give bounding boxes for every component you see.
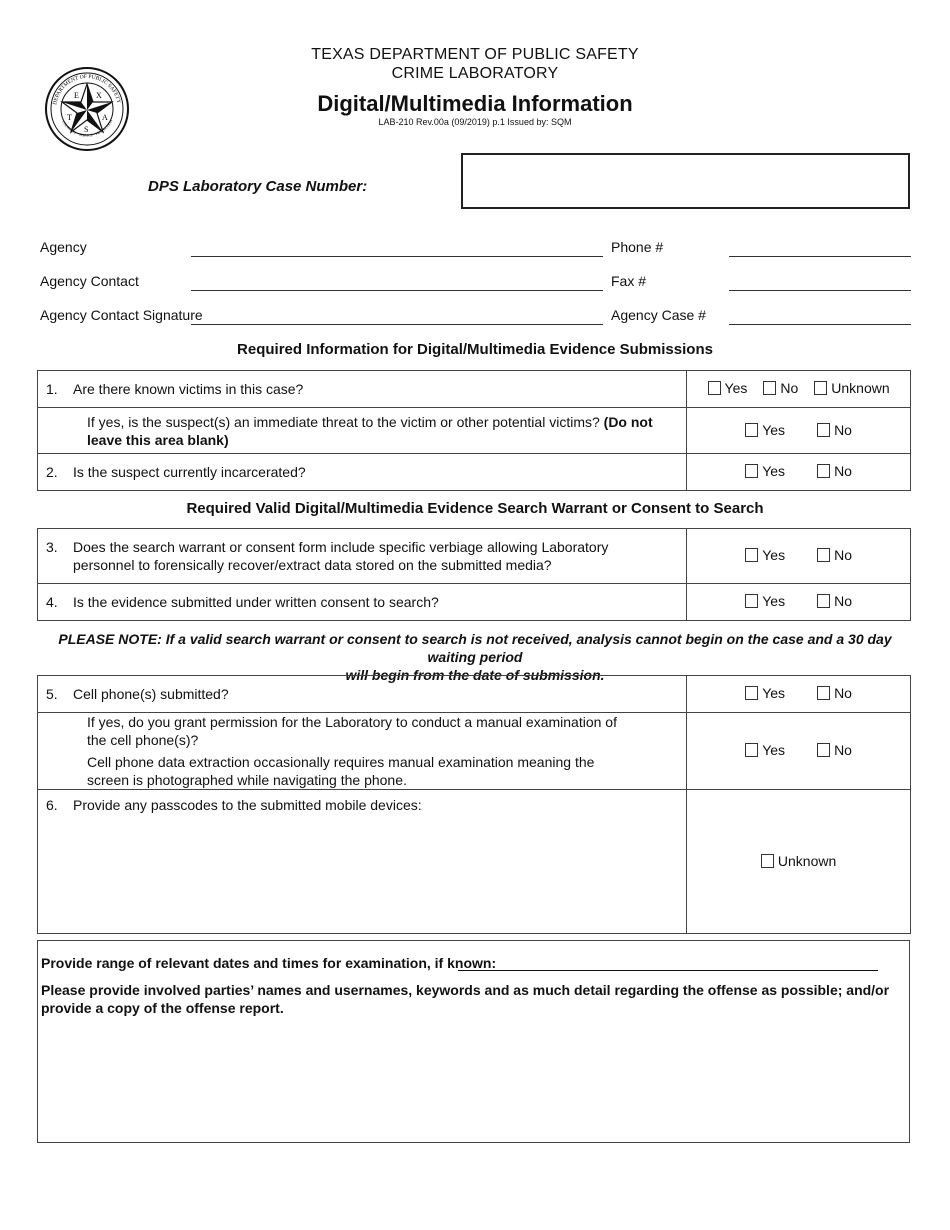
checkbox-icon[interactable] [817,743,831,757]
case-number-label: DPS Laboratory Case Number: [148,178,368,195]
checkbox-icon[interactable] [745,464,759,478]
question-number: 5. [46,686,58,702]
agency-contact-signature-field[interactable] [191,324,603,325]
question-text: If yes, is the suspect(s) an immediate t… [87,413,600,430]
seal-letter-s: S [84,125,88,134]
checkbox-icon[interactable] [817,594,831,608]
q3-no-option[interactable]: No [817,547,852,563]
checkbox-icon[interactable] [760,853,774,868]
dates-times-field[interactable] [458,970,878,971]
question-text: Is the suspect currently incarcerated? [73,464,306,480]
phone-field[interactable] [729,256,911,257]
question-text: Does the search warrant or consent form … [73,539,609,573]
agency-contact-field[interactable] [191,290,603,291]
question-row-3: 3. Does the search warrant or consent for… [36,528,911,584]
phone-label: Phone # [611,239,664,255]
checkbox-icon[interactable] [763,381,777,395]
question-number: 6. [46,797,58,813]
agency-label: Agency [40,239,87,255]
q1a-yes-option[interactable]: Yes [745,422,785,438]
question-row-5: 5. Cell phone(s) submitted? Yes No [36,675,911,713]
question-text: Cell phone(s) submitted? [73,686,229,702]
question-number: 4. [46,594,58,610]
q2-yes-option[interactable]: Yes [745,463,785,479]
agency-contact-label: Agency Contact [40,273,139,289]
q5a-no-option[interactable]: No [817,742,852,758]
question-subtext: Cell phone data extraction occasionally … [87,754,595,788]
question-text: Are there known victims in this case? [73,381,304,397]
checkbox-icon[interactable] [817,548,831,562]
lab-name: CRIME LABORATORY [391,65,559,82]
q1a-no-option[interactable]: No [817,422,852,438]
checkbox-icon[interactable] [814,381,828,395]
warrant-table: 3. Does the search warrant or consent for… [36,528,911,621]
checkbox-icon[interactable] [745,548,759,562]
question-number: 3. [46,539,58,555]
section-required-info-title: Required Information for Digital/Multime… [237,341,713,358]
question-text: Is the evidence submitted under written … [73,594,439,610]
q1-no-option[interactable]: No [763,380,798,396]
q3-yes-option[interactable]: Yes [745,547,785,563]
q6-unknown-option[interactable]: Unknown [760,853,836,869]
form-revision: LAB-210 Rev.00a (09/2019) p.1 Issued by:… [378,117,572,127]
required-info-table: 1. Are there known victims in this case? … [36,370,911,491]
form-title: Digital/Multimedia Information [317,91,633,116]
checkbox-icon[interactable] [817,686,831,700]
seal-letter-t: T [67,113,72,122]
q5-yes-option[interactable]: Yes [745,685,785,701]
seal-letter-e: E [74,91,79,100]
page-header: TEXAS DEPARTMENT OF PUBLIC SAFETY CRIME … [250,45,700,127]
passcodes-field[interactable]: 6. Provide any passcodes to the submitted… [36,789,688,934]
agency-field[interactable] [191,256,603,257]
question-row-6: 6. Provide any passcodes to the submitted… [36,789,911,934]
seal-letter-a: A [102,113,108,122]
checkbox-icon[interactable] [745,686,759,700]
fax-field[interactable] [729,290,911,291]
question-number: 1. [46,381,58,397]
offense-details-label: Please provide involved parties’ names a… [41,982,890,1016]
offense-details-box[interactable]: Provide range of relevant dates and time… [37,940,910,1143]
seal-letter-x: X [96,91,102,100]
question-row-1a: If yes, is the suspect(s) an immediate t… [36,407,911,454]
case-number-field[interactable] [461,153,910,209]
dates-times-label: Provide range of relevant dates and time… [41,955,497,971]
question-row-5a: If yes, do you grant permission for the … [36,712,911,790]
section-warrant-title: Required Valid Digital/Multimedia Eviden… [186,500,764,517]
dps-seal-logo: E X T A S DEPARTMENT OF PUBLIC SAFETY CO… [45,67,129,151]
question-row-4: 4. Is the evidence submitted under writte… [36,583,911,621]
q1-yes-option[interactable]: Yes [707,380,747,396]
agency-case-label: Agency Case # [611,307,706,323]
q1-unknown-option[interactable]: Unknown [814,380,890,396]
q5-no-option[interactable]: No [817,685,852,701]
question-text: If yes, do you grant permission for the … [87,714,617,748]
agency-contact-signature-label: Agency Contact Signature [40,307,203,323]
q4-no-option[interactable]: No [817,593,852,609]
checkbox-icon[interactable] [817,422,831,437]
q5a-yes-option[interactable]: Yes [745,742,785,758]
question-row-1: 1. Are there known victims in this case? … [36,370,911,408]
fax-label: Fax # [611,273,647,289]
agency-name: TEXAS DEPARTMENT OF PUBLIC SAFETY [311,46,639,63]
checkbox-icon[interactable] [745,743,759,757]
checkbox-icon[interactable] [745,422,759,437]
checkbox-icon[interactable] [745,594,759,608]
question-number: 2. [46,464,58,480]
checkbox-icon[interactable] [707,381,721,395]
q2-no-option[interactable]: No [817,463,852,479]
cell-phone-table: 5. Cell phone(s) submitted? Yes No If yes,… [36,675,911,934]
question-row-2: 2. Is the suspect currently incarcerated?… [36,453,911,491]
checkbox-icon[interactable] [817,464,831,478]
q4-yes-option[interactable]: Yes [745,593,785,609]
agency-case-field[interactable] [729,324,911,325]
question-text: Provide any passcodes to the submitted m… [73,797,422,813]
